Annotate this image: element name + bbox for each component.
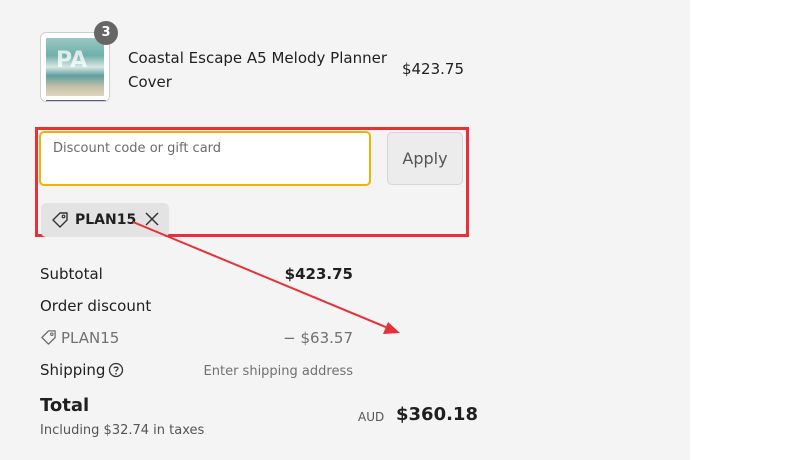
total-value: $360.18 xyxy=(396,404,478,425)
subtotal-value: $423.75 xyxy=(284,265,353,283)
order-discount-label: Order discount xyxy=(40,297,152,315)
shipping-label: Shipping xyxy=(40,361,106,379)
applied-discount-chip: PLAN15 xyxy=(41,203,169,237)
applied-discount-code: PLAN15 xyxy=(75,212,137,228)
shipping-value: Enter shipping address xyxy=(203,364,353,379)
tax-note: Including $32.74 in taxes xyxy=(40,423,205,438)
total-label: Total xyxy=(40,395,90,416)
tag-icon xyxy=(52,212,68,228)
product-image-watermark: PA xyxy=(56,48,88,73)
currency-code: AUD xyxy=(358,410,385,424)
discount-code-label: PLAN15 xyxy=(61,329,120,347)
quantity-badge: 3 xyxy=(94,21,118,45)
product-price: $423.75 xyxy=(401,60,464,78)
help-icon[interactable] xyxy=(108,362,124,378)
discount-value: − $63.57 xyxy=(283,329,353,347)
subtotal-label: Subtotal xyxy=(40,265,103,283)
remove-discount-icon[interactable] xyxy=(142,209,162,229)
discount-code-input[interactable] xyxy=(39,131,371,186)
order-summary-panel: PA 3 Coastal Escape A5 Melody Planner Co… xyxy=(0,0,690,460)
product-image-edge xyxy=(46,100,106,101)
apply-button[interactable]: Apply xyxy=(387,132,463,185)
tag-icon xyxy=(41,330,56,345)
product-name: Coastal Escape A5 Melody Planner Cover xyxy=(128,49,387,91)
